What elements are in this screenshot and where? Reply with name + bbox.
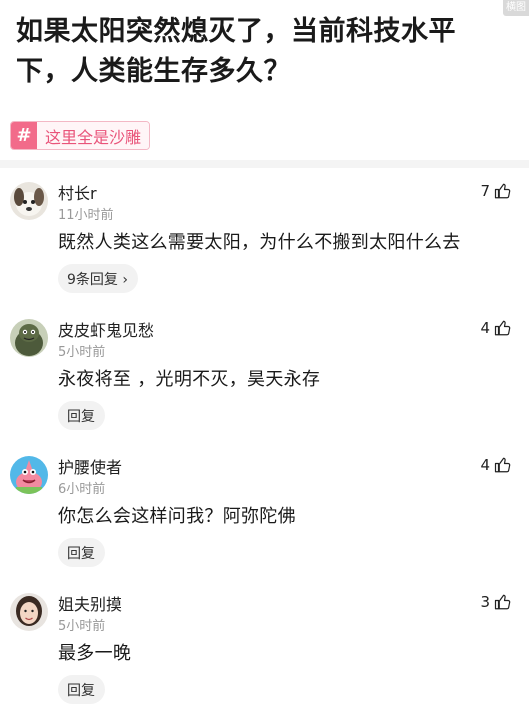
section-divider bbox=[0, 160, 529, 168]
comment-username[interactable]: 村长r bbox=[58, 180, 97, 204]
like-count: 4 bbox=[480, 456, 490, 474]
like-button[interactable]: 4 bbox=[480, 319, 512, 337]
like-count: 7 bbox=[480, 182, 490, 200]
thumbs-up-icon bbox=[494, 457, 511, 473]
reply-button[interactable]: 回复 bbox=[58, 401, 105, 430]
girl-photo-avatar[interactable] bbox=[10, 593, 48, 631]
reply-button[interactable]: 回复 bbox=[58, 675, 105, 704]
comment-time: 11小时前 bbox=[58, 208, 114, 223]
comment-time: 5小时前 bbox=[58, 619, 106, 634]
topic-tag[interactable]: # 这里全是沙雕 bbox=[10, 121, 151, 150]
comment-username[interactable]: 姐夫别摸 bbox=[58, 591, 122, 615]
like-count: 3 bbox=[480, 593, 490, 611]
like-button[interactable]: 3 bbox=[480, 593, 512, 611]
reply-button[interactable]: 回复 bbox=[58, 538, 105, 567]
hashtag-icon: # bbox=[11, 122, 37, 149]
comment-content: 最多一晚 bbox=[58, 643, 132, 664]
comment-item: 皮皮虾鬼见愁 5小时前 永夜将至 ，光明不灭，昊天永存 回复 4 bbox=[0, 305, 529, 442]
comment-content: 永夜将至 ，光明不灭，昊天永存 bbox=[58, 369, 321, 390]
like-count: 4 bbox=[480, 319, 490, 337]
post-title: 如果太阳突然熄灭了，当前科技水平下，人类能生存多久？ bbox=[16, 16, 456, 87]
comment-time: 5小时前 bbox=[58, 345, 106, 360]
like-button[interactable]: 4 bbox=[480, 456, 512, 474]
comment-username[interactable]: 护腰使者 bbox=[58, 454, 122, 478]
comment-username[interactable]: 皮皮虾鬼见愁 bbox=[58, 317, 154, 341]
green-figure-avatar[interactable] bbox=[10, 319, 48, 357]
view-replies-button[interactable]: 9条回复 › bbox=[58, 264, 138, 293]
comment-item: 姐夫别摸 5小时前 最多一晚 回复 3 bbox=[0, 579, 529, 716]
dog-avatar[interactable] bbox=[10, 182, 48, 220]
comment-time: 6小时前 bbox=[58, 482, 106, 497]
thumbs-up-icon bbox=[494, 183, 511, 199]
comment-content: 既然人类这么需要太阳，为什么不搬到太阳什么去 bbox=[58, 232, 461, 253]
patrick-cartoon-avatar[interactable] bbox=[10, 456, 48, 494]
comment-item: 护腰使者 6小时前 你怎么会这样问我？阿弥陀佛 回复 4 bbox=[0, 442, 529, 579]
like-button[interactable]: 7 bbox=[480, 182, 512, 200]
post-header: 如果太阳突然熄灭了，当前科技水平下，人类能生存多久？ # 这里全是沙雕 bbox=[0, 0, 529, 162]
comment-content: 你怎么会这样问我？阿弥陀佛 bbox=[58, 506, 296, 527]
thumbs-up-icon bbox=[494, 594, 511, 610]
thumbs-up-icon bbox=[494, 320, 511, 336]
comment-item: 村长r 11小时前 既然人类这么需要太阳，为什么不搬到太阳什么去 9条回复 › … bbox=[0, 168, 529, 305]
topic-label: 这里全是沙雕 bbox=[37, 122, 150, 149]
